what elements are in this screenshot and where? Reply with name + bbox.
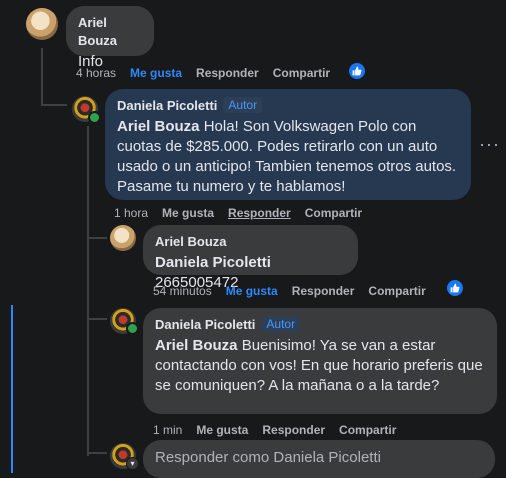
like-button[interactable]: Me gusta (162, 206, 214, 220)
comment-bubble: Ariel Bouza Info (66, 6, 154, 70)
comment-bubble: Daniela Picoletti Autor Ariel Bouza Bueni… (143, 308, 497, 414)
reply-button[interactable]: Responder (292, 284, 355, 298)
chevron-down-icon[interactable]: ▾ (126, 457, 139, 470)
comment-time[interactable]: 4 horas (76, 66, 116, 80)
like-button[interactable]: Me gusta (196, 423, 248, 437)
thread-line-elbow-2 (87, 237, 107, 239)
more-options-icon[interactable]: ··· (479, 134, 500, 155)
comment-actions: 54 minutos Me gusta Responder Compartir (153, 284, 440, 298)
author-badge: Autor (261, 316, 301, 332)
avatar-ariel-bouza[interactable] (26, 8, 58, 40)
thread-line-elbow-3 (87, 318, 107, 320)
mention-link[interactable]: Daniela Picoletti (155, 254, 271, 271)
comment-author[interactable]: Daniela Picoletti (117, 98, 217, 113)
comment-bubble-author: Daniela Picoletti Autor Ariel Bouza Hola!… (105, 89, 471, 200)
online-status-dot (88, 111, 101, 124)
reply-button[interactable]: Responder (262, 423, 325, 437)
avatar-ariel-bouza[interactable] (110, 225, 136, 251)
comment-text: Ariel Bouza Buenisimo! Ya se van a estar… (155, 336, 485, 396)
comment-bubble: Ariel Bouza Daniela Picoletti 2665005472 (143, 225, 358, 291)
comment-author[interactable]: Daniela Picoletti (155, 317, 255, 332)
reply-button[interactable]: Responder (196, 66, 259, 80)
comment-time[interactable]: 1 hora (114, 206, 148, 220)
thread-line-elbow (41, 104, 67, 106)
share-button[interactable]: Compartir (368, 284, 425, 298)
thumbs-up-icon[interactable] (447, 280, 463, 296)
mention-link[interactable]: Ariel Bouza (117, 118, 200, 135)
reply-input[interactable]: Responder como Daniela Picoletti (143, 440, 495, 478)
thumbs-up-icon[interactable] (349, 63, 365, 79)
mention-link[interactable]: Ariel Bouza (155, 337, 238, 354)
comment-author[interactable]: Ariel Bouza (155, 234, 227, 249)
share-button[interactable]: Compartir (339, 423, 396, 437)
comment-actions: 1 hora Me gusta Responder Compartir (114, 206, 376, 220)
online-status-dot (126, 322, 139, 335)
comment-time[interactable]: 1 min (153, 423, 182, 437)
thread-line-elbow-4 (87, 452, 107, 454)
reply-button[interactable]: Responder (228, 206, 291, 220)
comment-text: Ariel Bouza Hola! Son Volkswagen Polo co… (117, 117, 459, 197)
comment-author[interactable]: Ariel Bouza (78, 15, 117, 48)
share-button[interactable]: Compartir (305, 206, 362, 220)
author-badge: Autor (223, 97, 263, 113)
thread-line-sub (87, 126, 89, 456)
comment-actions: 4 horas Me gusta Responder Compartir (76, 66, 344, 80)
share-button[interactable]: Compartir (273, 66, 330, 80)
like-button[interactable]: Me gusta (226, 284, 278, 298)
comment-actions: 1 min Me gusta Responder Compartir (153, 423, 410, 437)
focus-indicator (11, 305, 13, 473)
like-button[interactable]: Me gusta (130, 66, 182, 80)
comment-time[interactable]: 54 minutos (153, 284, 212, 298)
thread-line-main (41, 48, 43, 106)
